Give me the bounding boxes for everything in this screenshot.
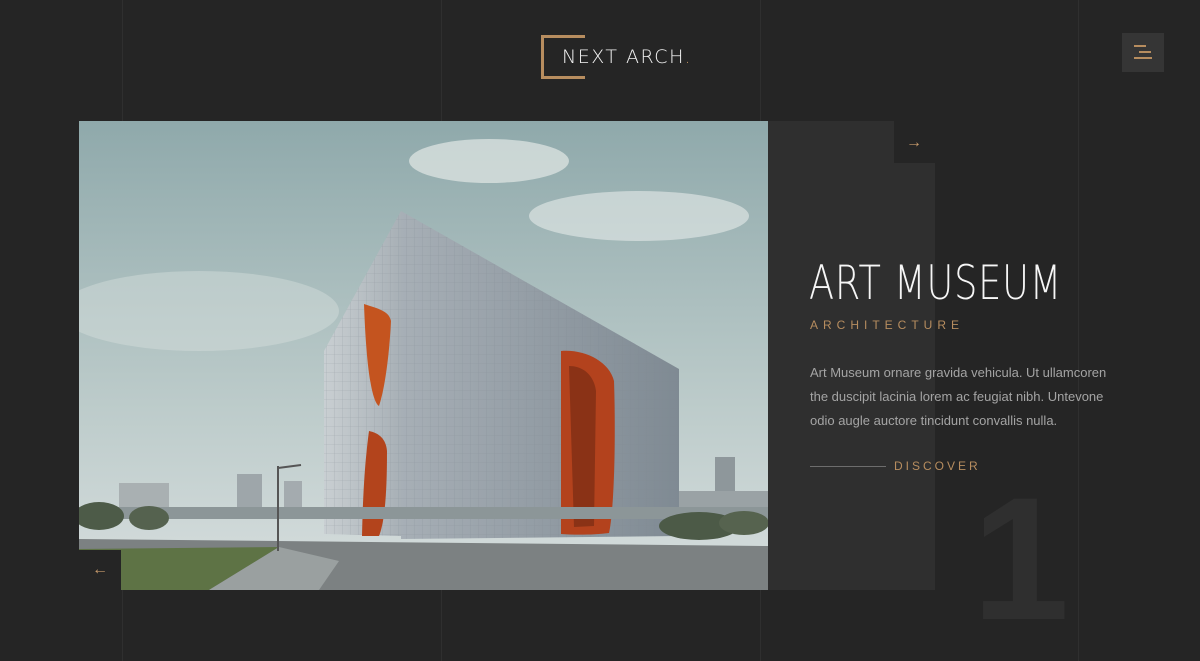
arrow-right-icon[interactable]: → <box>900 132 928 154</box>
slide-title: ART MUSEUM <box>809 256 1063 311</box>
discover-label: DISCOVER <box>894 459 981 473</box>
menu-button[interactable] <box>1122 33 1164 72</box>
slide-image <box>79 121 768 590</box>
slide-category: ARCHITECTURE <box>810 318 965 332</box>
discover-line <box>810 465 886 467</box>
text-panel <box>768 121 935 590</box>
discover-link[interactable]: DISCOVER <box>810 459 981 473</box>
menu-icon <box>1134 57 1152 59</box>
arrow-left-icon[interactable]: ← <box>79 550 121 590</box>
slide-number: 1 <box>972 462 1070 657</box>
menu-icon <box>1139 51 1151 53</box>
logo-text: NEXT ARCH. <box>562 46 693 68</box>
menu-icon <box>1134 45 1146 47</box>
site-logo[interactable]: NEXT ARCH. <box>541 35 692 85</box>
grid-line <box>1078 0 1079 661</box>
slide-description: Art Museum ornare gravida vehicula. Ut u… <box>810 365 1107 428</box>
